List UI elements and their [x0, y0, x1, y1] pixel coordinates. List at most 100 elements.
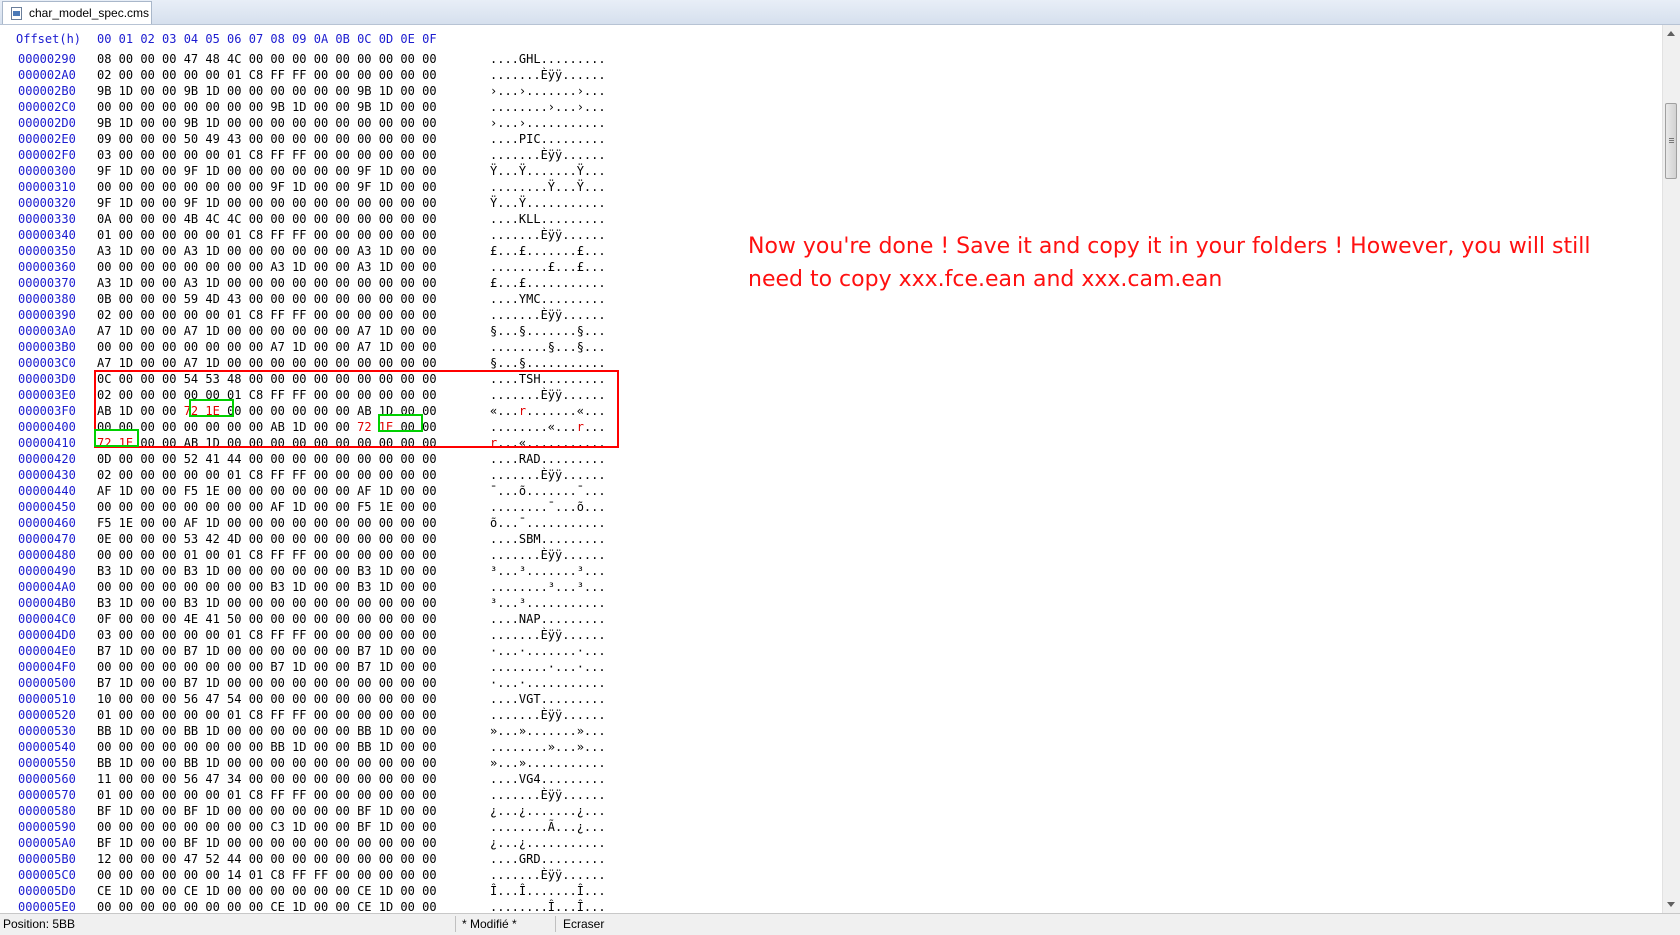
- row-ascii[interactable]: ¿...¿...........: [490, 836, 606, 850]
- row-hex-bytes[interactable]: 03 00 00 00 00 00 01 C8 FF FF 00 00 00 0…: [97, 628, 437, 642]
- row-ascii[interactable]: .......Èÿÿ......: [490, 468, 606, 482]
- row-ascii[interactable]: .......Èÿÿ......: [490, 68, 606, 82]
- row-hex-bytes[interactable]: B7 1D 00 00 B7 1D 00 00 00 00 00 00 00 0…: [97, 676, 437, 690]
- row-hex-bytes[interactable]: 00 00 00 00 00 00 00 00 B7 1D 00 00 B7 1…: [97, 660, 437, 674]
- row-hex-bytes[interactable]: 9B 1D 00 00 9B 1D 00 00 00 00 00 00 9B 1…: [97, 84, 437, 98]
- row-ascii[interactable]: ·...·...........: [490, 676, 606, 690]
- row-hex-bytes[interactable]: B3 1D 00 00 B3 1D 00 00 00 00 00 00 00 0…: [97, 596, 437, 610]
- scroll-thumb[interactable]: [1665, 103, 1677, 179]
- row-ascii[interactable]: ........·...·...: [490, 660, 606, 674]
- row-hex-bytes[interactable]: 0F 00 00 00 4E 41 50 00 00 00 00 00 00 0…: [97, 612, 437, 626]
- hex-editor-view[interactable]: Offset(h) 00 01 02 03 04 05 06 07 08 09 …: [0, 25, 1663, 913]
- row-hex-bytes[interactable]: 00 00 00 00 00 00 00 00 9F 1D 00 00 9F 1…: [97, 180, 437, 194]
- row-hex-bytes[interactable]: A3 1D 00 00 A3 1D 00 00 00 00 00 00 A3 1…: [97, 244, 437, 258]
- row-hex-bytes[interactable]: 01 00 00 00 00 00 01 C8 FF FF 00 00 00 0…: [97, 228, 437, 242]
- row-ascii[interactable]: ....GHL.........: [490, 52, 606, 66]
- row-ascii[interactable]: ....SBM.........: [490, 532, 606, 546]
- row-hex-bytes[interactable]: BF 1D 00 00 BF 1D 00 00 00 00 00 00 00 0…: [97, 836, 437, 850]
- row-hex-bytes[interactable]: 0E 00 00 00 53 42 4D 00 00 00 00 00 00 0…: [97, 532, 437, 546]
- scroll-down-icon[interactable]: [1667, 902, 1675, 907]
- row-ascii[interactable]: .......Èÿÿ......: [490, 628, 606, 642]
- row-ascii[interactable]: Î...Î.......Î...: [490, 884, 606, 898]
- row-hex-bytes[interactable]: 00 00 00 00 00 00 00 00 C3 1D 00 00 BF 1…: [97, 820, 437, 834]
- row-ascii[interactable]: .......Èÿÿ......: [490, 868, 606, 882]
- row-ascii[interactable]: §...§...........: [490, 356, 606, 370]
- row-hex-bytes[interactable]: 08 00 00 00 47 48 4C 00 00 00 00 00 00 0…: [97, 52, 437, 66]
- row-hex-bytes[interactable]: 00 00 00 00 00 00 00 00 B3 1D 00 00 B3 1…: [97, 580, 437, 594]
- tab-char-model-spec[interactable]: char_model_spec.cms: [2, 1, 152, 24]
- row-ascii[interactable]: ........›...›...: [490, 100, 606, 114]
- row-ascii[interactable]: ›...›.......›...: [490, 84, 606, 98]
- row-hex-bytes[interactable]: 9B 1D 00 00 9B 1D 00 00 00 00 00 00 00 0…: [97, 116, 437, 130]
- row-hex-bytes[interactable]: 0D 00 00 00 52 41 44 00 00 00 00 00 00 0…: [97, 452, 437, 466]
- row-hex-bytes[interactable]: B3 1D 00 00 B3 1D 00 00 00 00 00 00 B3 1…: [97, 564, 437, 578]
- row-hex-bytes[interactable]: 02 00 00 00 00 00 01 C8 FF FF 00 00 00 0…: [97, 308, 437, 322]
- vertical-scrollbar[interactable]: [1662, 25, 1680, 913]
- row-ascii[interactable]: ³...³.......³...: [490, 564, 606, 578]
- row-hex-bytes[interactable]: 12 00 00 00 47 52 44 00 00 00 00 00 00 0…: [97, 852, 437, 866]
- row-ascii[interactable]: ›...›...........: [490, 116, 606, 130]
- row-ascii[interactable]: »...».......»...: [490, 724, 606, 738]
- row-ascii[interactable]: ........Î...Î...: [490, 900, 606, 913]
- row-hex-bytes[interactable]: 00 00 00 00 00 00 00 00 A7 1D 00 00 A7 1…: [97, 340, 437, 354]
- row-hex-bytes[interactable]: 01 00 00 00 00 00 01 C8 FF FF 00 00 00 0…: [97, 708, 437, 722]
- row-hex-bytes[interactable]: 01 00 00 00 00 00 01 C8 FF FF 00 00 00 0…: [97, 788, 437, 802]
- row-hex-bytes[interactable]: A7 1D 00 00 A7 1D 00 00 00 00 00 00 A7 1…: [97, 324, 437, 338]
- row-hex-bytes[interactable]: 9F 1D 00 00 9F 1D 00 00 00 00 00 00 9F 1…: [97, 164, 437, 178]
- row-ascii[interactable]: ·...·.......·...: [490, 644, 606, 658]
- row-ascii[interactable]: ¿...¿.......¿...: [490, 804, 606, 818]
- row-hex-bytes[interactable]: 0A 00 00 00 4B 4C 4C 00 00 00 00 00 00 0…: [97, 212, 437, 226]
- row-hex-bytes[interactable]: CE 1D 00 00 CE 1D 00 00 00 00 00 00 CE 1…: [97, 884, 437, 898]
- row-hex-bytes[interactable]: 02 00 00 00 00 00 01 C8 FF FF 00 00 00 0…: [97, 468, 437, 482]
- row-ascii[interactable]: .......Èÿÿ......: [490, 148, 606, 162]
- row-ascii[interactable]: ........Ã...¿...: [490, 820, 606, 834]
- row-ascii[interactable]: ........»...»...: [490, 740, 606, 754]
- row-hex-bytes[interactable]: A3 1D 00 00 A3 1D 00 00 00 00 00 00 00 0…: [97, 276, 437, 290]
- row-hex-bytes[interactable]: 11 00 00 00 56 47 34 00 00 00 00 00 00 0…: [97, 772, 437, 786]
- row-ascii[interactable]: Ÿ...Ÿ...........: [490, 196, 606, 210]
- row-ascii[interactable]: ³...³...........: [490, 596, 606, 610]
- row-ascii[interactable]: ....PIC.........: [490, 132, 606, 146]
- row-ascii[interactable]: õ...¯...........: [490, 516, 606, 530]
- row-hex-bytes[interactable]: 02 00 00 00 00 00 01 C8 FF FF 00 00 00 0…: [97, 68, 437, 82]
- row-ascii[interactable]: ....NAP.........: [490, 612, 606, 626]
- row-hex-bytes[interactable]: 09 00 00 00 50 49 43 00 00 00 00 00 00 0…: [97, 132, 437, 146]
- row-ascii[interactable]: Ÿ...Ÿ.......Ÿ...: [490, 164, 606, 178]
- row-hex-bytes[interactable]: F5 1E 00 00 AF 1D 00 00 00 00 00 00 00 0…: [97, 516, 437, 530]
- row-hex-bytes[interactable]: 00 00 00 00 01 00 01 C8 FF FF 00 00 00 0…: [97, 548, 437, 562]
- row-ascii[interactable]: .......Èÿÿ......: [490, 548, 606, 562]
- scroll-up-icon[interactable]: [1667, 31, 1675, 36]
- row-ascii[interactable]: ........§...§...: [490, 340, 606, 354]
- row-ascii[interactable]: ........£...£...: [490, 260, 606, 274]
- row-hex-bytes[interactable]: 00 00 00 00 00 00 00 00 9B 1D 00 00 9B 1…: [97, 100, 437, 114]
- row-hex-bytes[interactable]: 0B 00 00 00 59 4D 43 00 00 00 00 00 00 0…: [97, 292, 437, 306]
- row-ascii[interactable]: ....KLL.........: [490, 212, 606, 226]
- row-ascii[interactable]: ........Ÿ...Ÿ...: [490, 180, 606, 194]
- row-ascii[interactable]: ....RAD.........: [490, 452, 606, 466]
- row-hex-bytes[interactable]: BB 1D 00 00 BB 1D 00 00 00 00 00 00 BB 1…: [97, 724, 437, 738]
- row-ascii[interactable]: »...»...........: [490, 756, 606, 770]
- row-ascii[interactable]: .......Èÿÿ......: [490, 308, 606, 322]
- row-hex-bytes[interactable]: 00 00 00 00 00 00 00 00 A3 1D 00 00 A3 1…: [97, 260, 437, 274]
- row-ascii[interactable]: ........³...³...: [490, 580, 606, 594]
- row-hex-bytes[interactable]: BF 1D 00 00 BF 1D 00 00 00 00 00 00 BF 1…: [97, 804, 437, 818]
- row-hex-bytes[interactable]: B7 1D 00 00 B7 1D 00 00 00 00 00 00 B7 1…: [97, 644, 437, 658]
- row-hex-bytes[interactable]: 10 00 00 00 56 47 54 00 00 00 00 00 00 0…: [97, 692, 437, 706]
- row-ascii[interactable]: ........¯...õ...: [490, 500, 606, 514]
- row-hex-bytes[interactable]: 00 00 00 00 00 00 00 00 BB 1D 00 00 BB 1…: [97, 740, 437, 754]
- row-hex-bytes[interactable]: 00 00 00 00 00 00 14 01 C8 FF FF 00 00 0…: [97, 868, 437, 882]
- row-hex-bytes[interactable]: 00 00 00 00 00 00 00 00 CE 1D 00 00 CE 1…: [97, 900, 437, 913]
- row-ascii[interactable]: £...£...........: [490, 276, 606, 290]
- row-ascii[interactable]: £...£.......£...: [490, 244, 606, 258]
- row-ascii[interactable]: ....VG4.........: [490, 772, 606, 786]
- row-ascii[interactable]: .......Èÿÿ......: [490, 228, 606, 242]
- row-hex-bytes[interactable]: 00 00 00 00 00 00 00 00 AF 1D 00 00 F5 1…: [97, 500, 437, 514]
- row-ascii[interactable]: ....YMC.........: [490, 292, 606, 306]
- row-ascii[interactable]: .......Èÿÿ......: [490, 788, 606, 802]
- row-ascii[interactable]: §...§.......§...: [490, 324, 606, 338]
- row-ascii[interactable]: ¯...õ.......¯...: [490, 484, 606, 498]
- row-ascii[interactable]: .......Èÿÿ......: [490, 708, 606, 722]
- row-ascii[interactable]: ....GRD.........: [490, 852, 606, 866]
- row-hex-bytes[interactable]: AF 1D 00 00 F5 1E 00 00 00 00 00 00 AF 1…: [97, 484, 437, 498]
- row-hex-bytes[interactable]: A7 1D 00 00 A7 1D 00 00 00 00 00 00 00 0…: [97, 356, 437, 370]
